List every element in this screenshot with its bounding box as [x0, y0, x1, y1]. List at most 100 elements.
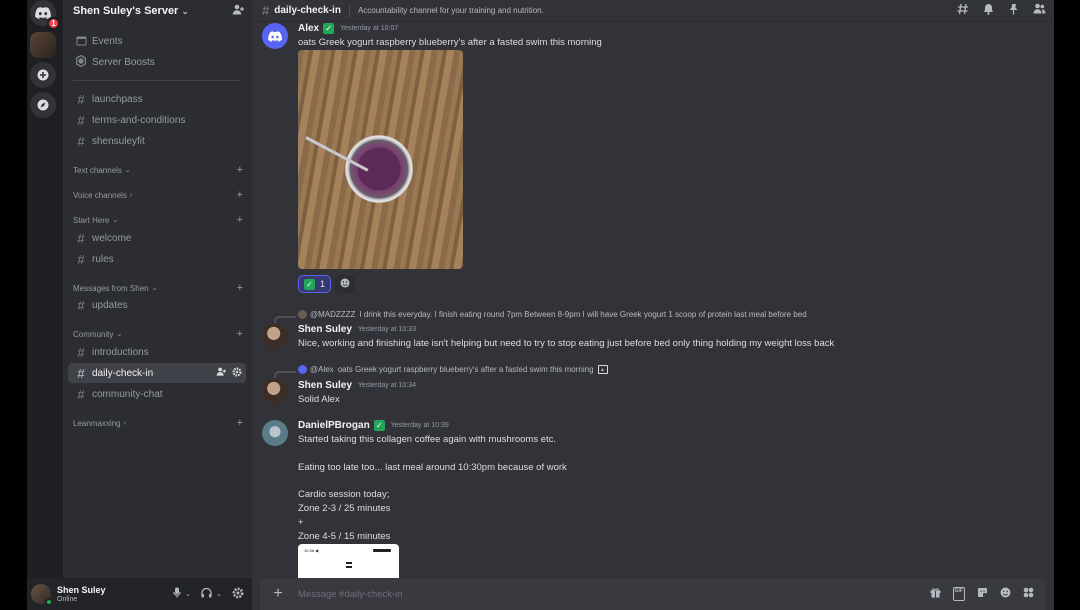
chevron-down-icon[interactable]: ⌄ — [216, 590, 222, 598]
channel-introductions[interactable]: # introductions — [68, 342, 246, 362]
server-icon-shen-suley[interactable] — [30, 32, 56, 58]
category-voice-channels[interactable]: Voice channels › + — [73, 188, 243, 202]
channel-sidebar: Shen Suley's Server ⌄ Events Server Boos… — [63, 0, 252, 578]
user-name[interactable]: Shen Suley — [57, 585, 106, 595]
microphone-icon[interactable] — [173, 587, 181, 601]
channel-title: daily-check-in — [274, 5, 341, 16]
sidebar-item-events[interactable]: Events — [68, 31, 246, 51]
category-label: Text channels — [73, 165, 122, 175]
category-messages-from-shen[interactable]: Messages from Shen ⌄ + — [73, 281, 243, 295]
gif-icon[interactable]: GIF — [952, 587, 965, 601]
category-leanmaxxing[interactable]: Leanmaxxing › + — [73, 416, 243, 430]
reaction-checkmark[interactable]: ✓ 1 — [298, 275, 332, 293]
apps-icon[interactable] — [1023, 587, 1034, 601]
server-header[interactable]: Shen Suley's Server ⌄ — [63, 0, 252, 22]
channel-label: daily-check-in — [92, 367, 154, 379]
sidebar-item-label: Server Boosts — [92, 56, 155, 68]
explore-servers-button[interactable] — [30, 92, 56, 118]
channel-topic[interactable]: Accountability channel for your training… — [358, 6, 544, 15]
sticker-icon[interactable] — [977, 587, 988, 601]
channel-header: # daily-check-in Accountability channel … — [252, 0, 1054, 22]
upload-plus-icon[interactable]: + — [270, 585, 286, 602]
channel-launchpass[interactable]: # launchpass — [68, 89, 246, 109]
member-list-icon[interactable] — [1033, 3, 1046, 18]
channel-terms-and-conditions[interactable]: # terms-and-conditions — [68, 110, 246, 130]
bell-icon[interactable] — [983, 3, 994, 18]
message-text-line: Zone 2-3 / 25 minutes — [298, 503, 391, 514]
calendar-icon — [74, 35, 88, 48]
message-timestamp: Yesterday at 10:34 — [357, 382, 417, 389]
channel-shensuleyfit[interactable]: # shensuleyfit — [68, 131, 246, 151]
hash-icon: # — [77, 133, 85, 149]
gear-icon[interactable] — [232, 366, 242, 380]
message-composer: + GIF — [260, 578, 1046, 610]
settings-gear-icon[interactable] — [232, 587, 244, 602]
header-divider — [348, 4, 350, 17]
user-status: Online — [57, 596, 78, 603]
screenshot-glyph — [346, 562, 352, 568]
channel-daily-check-in[interactable]: # daily-check-in — [68, 363, 246, 383]
message-header: DanielPBrogan ✓ Yesterday at 10:39 — [298, 420, 449, 431]
reply-text: oats Greek yogurt raspberry blueberry's … — [337, 365, 594, 374]
category-label: Voice channels — [73, 190, 127, 200]
category-label: Messages from Shen — [73, 283, 149, 293]
reply-preview[interactable]: @MADZZZZ I drink this everyday. I finish… — [298, 310, 807, 319]
reply-author[interactable]: @MADZZZZ — [310, 310, 355, 319]
avatar[interactable] — [262, 23, 288, 49]
chat-area: # daily-check-in Accountability channel … — [252, 0, 1054, 610]
add-server-button[interactable] — [30, 62, 56, 88]
message-author[interactable]: Shen Suley — [298, 380, 352, 391]
avatar — [298, 365, 307, 374]
chevron-right-icon: › — [123, 419, 126, 427]
message-timestamp: Yesterday at 10:07 — [340, 25, 399, 32]
reply-preview[interactable]: @Alex oats Greek yogurt raspberry bluebe… — [298, 365, 608, 374]
invite-people-icon[interactable] — [232, 4, 244, 18]
avatar[interactable] — [31, 584, 53, 606]
category-text-channels[interactable]: Text channels ⌄ + — [73, 163, 243, 177]
avatar[interactable] — [262, 323, 288, 349]
image-icon: ▴ — [597, 365, 608, 374]
discord-home-button[interactable]: 1 — [30, 0, 60, 30]
channel-welcome[interactable]: # welcome — [68, 228, 246, 248]
gift-icon[interactable] — [930, 587, 941, 601]
message-input[interactable] — [298, 588, 858, 600]
category-label: Community — [73, 329, 114, 339]
screenshot-status-bars — [373, 549, 391, 552]
reply-author[interactable]: @Alex — [310, 365, 334, 374]
message-image-yogurt-bowl[interactable] — [298, 50, 463, 269]
hash-icon: # — [77, 91, 85, 107]
channel-label: launchpass — [92, 93, 143, 105]
threads-icon[interactable] — [957, 3, 969, 18]
category-community[interactable]: Community ⌄ + — [73, 327, 243, 341]
message-timestamp: Yesterday at 10:33 — [357, 326, 417, 333]
pin-icon[interactable] — [1008, 3, 1019, 18]
message-author[interactable]: DanielPBrogan — [298, 420, 370, 431]
create-channel-icon[interactable]: + — [237, 282, 243, 294]
category-start-here[interactable]: Start Here ⌄ + — [73, 213, 243, 227]
channel-rules[interactable]: # rules — [68, 249, 246, 269]
avatar[interactable] — [262, 420, 288, 446]
create-channel-icon[interactable]: + — [237, 164, 243, 176]
create-invite-icon[interactable] — [216, 367, 226, 380]
chevron-down-icon[interactable]: ⌄ — [185, 590, 191, 598]
create-channel-icon[interactable]: + — [237, 328, 243, 340]
hash-icon: # — [77, 297, 85, 313]
create-channel-icon[interactable]: + — [237, 214, 243, 226]
message-author[interactable]: Shen Suley — [298, 324, 352, 335]
create-channel-icon[interactable]: + — [237, 417, 243, 429]
create-channel-icon[interactable]: + — [237, 189, 243, 201]
channel-updates[interactable]: # updates — [68, 295, 246, 315]
sidebar-item-server-boosts[interactable]: Server Boosts — [68, 52, 246, 72]
emoji-icon[interactable] — [1000, 587, 1011, 601]
channel-label: shensuleyfit — [92, 135, 145, 147]
message-image-phone-screenshot[interactable]: 10:36 ◀ — [298, 544, 399, 578]
channel-community-chat[interactable]: # community-chat — [68, 384, 246, 404]
server-name: Shen Suley's Server — [73, 5, 179, 17]
add-reaction-button[interactable] — [335, 275, 356, 293]
hash-icon: # — [77, 112, 85, 128]
message-text-line: Cardio session today; — [298, 489, 390, 500]
avatar[interactable] — [262, 378, 288, 404]
headphones-icon[interactable] — [201, 587, 212, 601]
channel-label: welcome — [92, 232, 132, 244]
message-author[interactable]: Alex — [298, 23, 319, 34]
